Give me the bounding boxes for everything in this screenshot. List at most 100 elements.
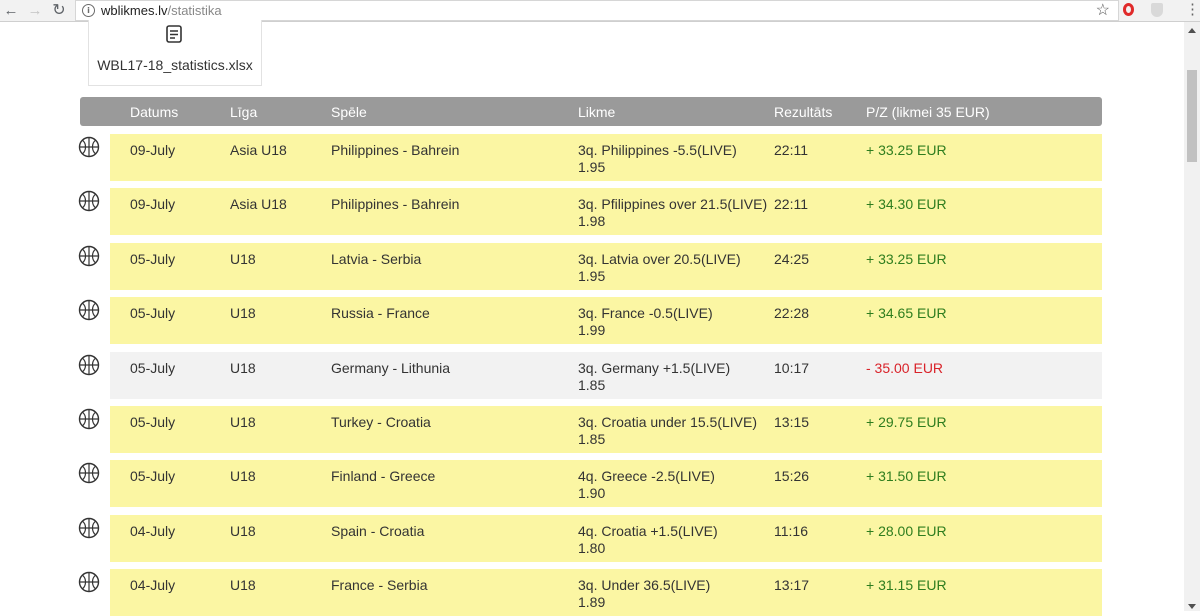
cell-profit-loss: + 34.30 EUR [866,196,947,212]
bet-odds: 1.80 [578,540,606,556]
cell-league: Asia U18 [230,196,287,212]
header-date: Datums [130,104,179,120]
opera-icon[interactable] [1123,3,1134,16]
cell-result: 10:17 [774,360,810,376]
bet-text: 3q. Croatia under 15.5(LIVE) [578,414,757,430]
table-header: Datums Līga Spēle Likme Rezultāts P/Z (l… [80,97,1102,126]
table-row: 05-July U18 Germany - Lithunia 3q. Germany … [110,352,1102,399]
cell-game: Russia - France [331,305,430,321]
basketball-icon [78,354,100,376]
header-pz: P/Z (likmei 35 EUR) [866,104,990,120]
cell-result: 15:26 [774,468,810,484]
bet-odds: 1.85 [578,377,606,393]
cell-profit-loss: + 33.25 EUR [866,142,947,158]
cell-result: 22:11 [774,142,808,158]
cell-game: Finland - Greece [331,468,436,484]
cell-game: Philippines - Bahrein [331,142,460,158]
cell-bet: 3q. Germany +1.5(LIVE) 1.85 [578,360,730,394]
menu-icon[interactable]: ⋮ [1185,1,1200,19]
cell-profit-loss: + 31.15 EUR [866,577,947,593]
star-icon[interactable]: ☆ [1096,1,1110,21]
url-host: wblikmes.lv [101,3,168,18]
scroll-up-arrow-icon[interactable] [1188,28,1196,33]
cell-bet: 3q. Croatia under 15.5(LIVE) 1.85 [578,414,757,448]
url-text[interactable]: wblikmes.lv/statistika [101,3,222,18]
bet-odds: 1.89 [578,594,606,610]
cell-bet: 4q. Croatia +1.5(LIVE) 1.80 [578,523,718,557]
cell-league: U18 [230,414,256,430]
bet-text: 3q. France -0.5(LIVE) [578,305,713,321]
cell-game: Turkey - Croatia [331,414,431,430]
shield-icon[interactable] [1151,3,1163,17]
bet-text: 3q. Germany +1.5(LIVE) [578,360,731,376]
cell-bet: 3q. Latvia over 20.5(LIVE) 1.95 [578,251,741,285]
bet-text: 3q. Pfilippines over 21.5(LIVE) [578,196,768,212]
reload-icon[interactable]: ↻ [50,2,68,20]
cell-result: 13:17 [774,577,810,593]
table-row: 09-July Asia U18 Philippines - Bahrein 3q. … [110,188,1102,235]
header-game: Spēle [331,104,367,120]
cell-result: 24:25 [774,251,810,267]
table-row: 04-July U18 France - Serbia 3q. Under 36.5(… [110,569,1102,616]
header-bet: Likme [578,104,616,120]
info-icon[interactable]: i [82,4,95,17]
cell-profit-loss: + 33.25 EUR [866,251,947,267]
file-download-card[interactable]: WBL17-18_statistics.xlsx [88,20,262,86]
basketball-icon [78,462,100,484]
cell-league: U18 [230,251,256,267]
cell-league: U18 [230,305,256,321]
cell-bet: 3q. Philippines -5.5(LIVE) 1.95 [578,142,737,176]
cell-league: U18 [230,360,256,376]
cell-result: 11:16 [774,523,808,539]
cell-date: 05-July [130,468,176,484]
cell-profit-loss: - 35.00 EUR [866,360,944,376]
address-bar[interactable]: i wblikmes.lv/statistika ☆ [75,0,1119,21]
cell-league: Asia U18 [230,142,287,158]
cell-league: U18 [230,523,256,539]
table-row: 04-July U18 Spain - Croatia 4q. Croatia +1.… [110,515,1102,562]
cell-date: 09-July [130,142,176,158]
document-icon [166,25,182,43]
cell-profit-loss: + 31.50 EUR [866,468,947,484]
bet-text: 3q. Latvia over 20.5(LIVE) [578,251,741,267]
basketball-icon [78,571,100,593]
table-row: 05-July U18 Latvia - Serbia 3q. Latvia over… [110,243,1102,290]
browser-toolbar: ← → ↻ i wblikmes.lv/statistika ☆ ⋮ [0,0,1200,22]
url-path: /statistika [167,3,222,18]
cell-game: France - Serbia [331,577,428,593]
cell-game: Germany - Lithunia [331,360,451,376]
cell-date: 04-July [130,577,176,593]
basketball-icon [78,299,100,321]
cell-bet: 4q. Greece -2.5(LIVE) 1.90 [578,468,715,502]
header-league: Līga [230,104,258,120]
bet-odds: 1.99 [578,322,606,338]
cell-date: 05-July [130,251,176,267]
scroll-thumb[interactable] [1187,70,1197,162]
cell-game: Philippines - Bahrein [331,196,460,212]
cell-profit-loss: + 29.75 EUR [866,414,947,430]
scrollbar[interactable] [1184,22,1200,611]
scroll-down-arrow-icon[interactable] [1188,604,1196,609]
cell-date: 04-July [130,523,176,539]
basketball-icon [78,517,100,539]
bet-odds: 1.98 [578,213,606,229]
basketball-icon [78,190,100,212]
cell-result: 22:11 [774,196,808,212]
cell-league: U18 [230,468,256,484]
forward-arrow-icon[interactable]: → [26,2,44,20]
basketball-icon [78,245,100,267]
bet-odds: 1.90 [578,485,606,501]
file-name-link[interactable]: WBL17-18_statistics.xlsx [89,57,261,73]
cell-game: Spain - Croatia [331,523,425,539]
cell-date: 05-July [130,360,176,376]
cell-date: 09-July [130,196,176,212]
header-result: Rezultāts [774,104,833,120]
bet-odds: 1.95 [578,268,606,284]
bet-text: 4q. Greece -2.5(LIVE) [578,468,715,484]
back-arrow-icon[interactable]: ← [2,2,20,20]
cell-date: 05-July [130,414,176,430]
basketball-icon [78,408,100,430]
basketball-icon [78,136,100,158]
cell-bet: 3q. Under 36.5(LIVE) 1.89 [578,577,710,611]
cell-result: 13:15 [774,414,810,430]
